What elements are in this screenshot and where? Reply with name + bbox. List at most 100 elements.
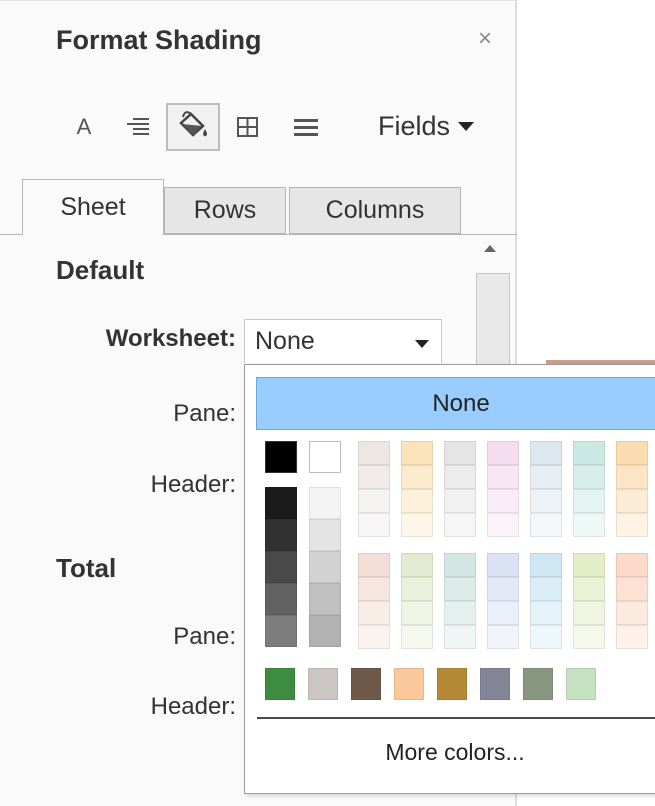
color-swatch-accent[interactable] [351,668,381,700]
tab-rows[interactable]: Rows [164,187,286,234]
color-swatch-gray[interactable] [265,519,297,551]
color-swatch-tint[interactable] [616,553,648,577]
color-swatch-tint[interactable] [401,441,433,465]
color-swatch-accent[interactable] [265,668,295,700]
color-swatch-tint[interactable] [401,489,433,513]
color-swatch-tint[interactable] [616,465,648,489]
color-swatch-tint[interactable] [530,465,562,489]
color-swatch-tint[interactable] [573,601,605,625]
close-icon[interactable]: × [478,25,492,53]
total-pane-label: Pane: [173,623,236,650]
color-swatch-tint[interactable] [358,625,390,649]
color-swatch-tint[interactable] [487,465,519,489]
color-swatch-tint[interactable] [530,513,562,537]
color-swatch-gray[interactable] [309,551,341,583]
color-swatch-tint[interactable] [616,489,648,513]
color-swatch-tint[interactable] [573,577,605,601]
borders-icon-graphic [237,117,258,137]
scrollbar-thumb[interactable] [476,273,510,373]
color-swatch-accent[interactable] [523,668,553,700]
lines-icon[interactable] [288,107,324,147]
color-swatch-tint[interactable] [530,577,562,601]
color-swatch-tint[interactable] [487,489,519,513]
color-swatch-tint[interactable] [358,441,390,465]
scroll-up-arrow-icon[interactable] [484,245,496,252]
color-swatch-tint[interactable] [358,577,390,601]
worksheet-shading-select[interactable]: None [244,319,442,363]
no-color-option[interactable]: None [256,377,655,430]
color-swatch-tint[interactable] [444,601,476,625]
color-swatch-tint[interactable] [358,553,390,577]
color-swatch-tint[interactable] [444,553,476,577]
color-swatch-tint[interactable] [530,553,562,577]
color-swatch-accent[interactable] [437,668,467,700]
color-swatch-tint[interactable] [530,625,562,649]
format-toolbar: A Fields [0,103,510,151]
color-swatch-tint[interactable] [573,553,605,577]
color-swatch-tint[interactable] [401,513,433,537]
font-icon[interactable]: A [72,107,96,147]
color-swatch-tint[interactable] [358,465,390,489]
color-swatch-gray[interactable] [265,551,297,583]
color-swatch-gray[interactable] [265,583,297,615]
color-swatch-tint[interactable] [444,441,476,465]
color-swatch-tint[interactable] [487,601,519,625]
shading-bucket-icon[interactable] [166,103,220,151]
color-swatch-white[interactable] [309,441,341,473]
borders-icon[interactable] [230,107,266,147]
color-swatch-tint[interactable] [530,489,562,513]
default-pane-label: Pane: [173,400,236,427]
tab-sheet[interactable]: Sheet [22,179,164,235]
color-swatch-accent[interactable] [308,668,338,700]
color-swatch-black[interactable] [265,441,297,473]
color-swatch-gray[interactable] [309,487,341,519]
color-swatch-tint[interactable] [530,601,562,625]
color-swatch-accent[interactable] [480,668,510,700]
color-swatch-tint[interactable] [444,625,476,649]
lines-icon-graphic [294,119,318,136]
color-swatch-tint[interactable] [401,465,433,489]
color-swatch-tint[interactable] [487,513,519,537]
color-swatch-gray[interactable] [265,615,297,647]
color-swatch-tint[interactable] [358,601,390,625]
color-swatch-tint[interactable] [401,625,433,649]
color-swatch-tint[interactable] [616,513,648,537]
more-colors-link[interactable]: More colors... [245,739,655,766]
alignment-icon[interactable] [120,107,156,147]
color-swatch-tint[interactable] [573,625,605,649]
color-swatch-tint[interactable] [401,601,433,625]
color-swatch-tint[interactable] [616,577,648,601]
tab-columns[interactable]: Columns [289,187,461,234]
color-swatch-gray[interactable] [265,487,297,519]
color-swatch-tint[interactable] [487,553,519,577]
color-swatch-tint[interactable] [573,513,605,537]
color-swatch-gray[interactable] [309,519,341,551]
color-swatch-tint[interactable] [487,625,519,649]
fields-label: Fields [378,111,451,141]
color-swatch-tint[interactable] [444,465,476,489]
color-swatch-tint[interactable] [616,601,648,625]
color-swatch-tint[interactable] [358,489,390,513]
color-swatch-accent[interactable] [566,668,596,700]
color-swatch-tint[interactable] [530,441,562,465]
color-swatch-tint[interactable] [616,625,648,649]
color-swatch-tint[interactable] [444,513,476,537]
color-swatch-gray[interactable] [309,615,341,647]
color-swatch-tint[interactable] [401,577,433,601]
fields-dropdown[interactable]: Fields [378,111,475,142]
color-swatch-tint[interactable] [573,465,605,489]
color-swatch-tint[interactable] [358,513,390,537]
color-swatch-tint[interactable] [487,577,519,601]
color-swatch-tint[interactable] [573,441,605,465]
color-swatch-tint[interactable] [487,441,519,465]
total-header-label: Header: [150,693,236,720]
color-swatch-tint[interactable] [444,577,476,601]
color-swatch-tint[interactable] [401,553,433,577]
color-swatch-tint[interactable] [573,489,605,513]
color-swatch-gray[interactable] [309,583,341,615]
color-swatch-tint[interactable] [616,441,648,465]
color-swatch-tint[interactable] [444,489,476,513]
panel-title: Format Shading [56,25,262,55]
color-picker-popup: None More colors... [244,364,655,794]
color-swatch-accent[interactable] [394,668,424,700]
